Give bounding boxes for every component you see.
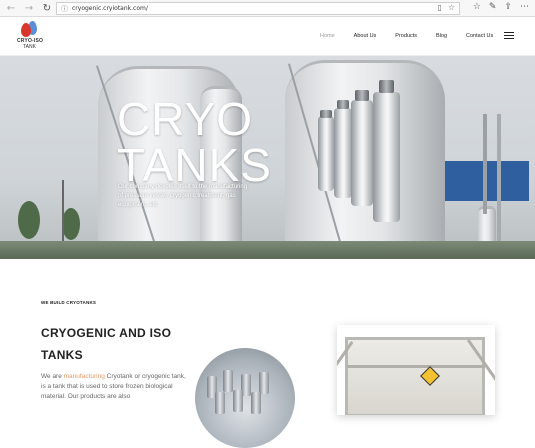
about-section: WE BUILD CRYOTANKS CRYOGENIC AND ISO TAN… — [0, 259, 535, 448]
menu-item-home[interactable]: Home — [320, 33, 335, 39]
iso-tank-image — [337, 325, 495, 415]
main-menu: Home About Us Products Blog Contact Us — [320, 33, 512, 39]
hamburger-menu-icon[interactable] — [504, 32, 514, 40]
body-text-prefix: We are — [41, 373, 64, 380]
logo-subtext: TANK — [23, 44, 36, 50]
section-body: We are manufacturing Cryotank or cryogen… — [41, 372, 186, 402]
back-arrow-icon[interactable]: ← — [4, 1, 18, 15]
menu-item-products[interactable]: Products — [395, 33, 417, 39]
hero-description: Our company devotes itself to the manufa… — [118, 184, 248, 208]
favorites-icon[interactable]: ☆ — [473, 2, 481, 12]
pen-icon[interactable]: ✎ — [489, 2, 497, 12]
hero-title-line-2: TANKS — [117, 139, 272, 191]
menu-item-blog[interactable]: Blog — [436, 33, 447, 39]
section-eyebrow: WE BUILD CRYOTANKS — [41, 300, 97, 305]
site-logo[interactable]: CRYO-ISO TANK — [17, 21, 45, 53]
info-icon[interactable]: ⓘ — [61, 4, 68, 14]
logo-drop-red-icon — [21, 23, 31, 37]
more-icon[interactable]: ⋯ — [520, 2, 529, 12]
url-text: cryogenic.cryiotank.com/ — [72, 5, 148, 12]
forward-arrow-icon[interactable]: → — [22, 1, 36, 15]
address-bar[interactable]: ⓘ cryogenic.cryiotank.com/ ▯ ☆ — [56, 2, 460, 15]
share-icon[interactable]: ⇪ — [504, 2, 512, 12]
manufacturing-link[interactable]: manufacturing — [64, 373, 105, 380]
section-title: CRYOGENIC AND ISO TANKS — [41, 326, 172, 362]
menu-item-contact-us[interactable]: Contact Us — [466, 33, 493, 39]
reload-icon[interactable]: ↻ — [40, 1, 54, 15]
menu-item-about-us[interactable]: About Us — [354, 33, 377, 39]
hero-title: CRYO TANKS — [117, 96, 272, 188]
reader-view-icon[interactable]: ▯ — [437, 3, 441, 12]
hero-title-line-1: CRYO — [117, 93, 254, 145]
site-header: CRYO-ISO TANK Home About Us Products Blo… — [0, 17, 535, 56]
hero-banner: CRYO TANKS Our company devotes itself to… — [0, 56, 535, 259]
favorite-star-icon[interactable]: ☆ — [448, 3, 455, 12]
browser-toolbar: ← → ↻ ⓘ cryogenic.cryiotank.com/ ▯ ☆ ☆ ✎… — [0, 0, 535, 17]
lab-tanks-image — [195, 348, 295, 448]
